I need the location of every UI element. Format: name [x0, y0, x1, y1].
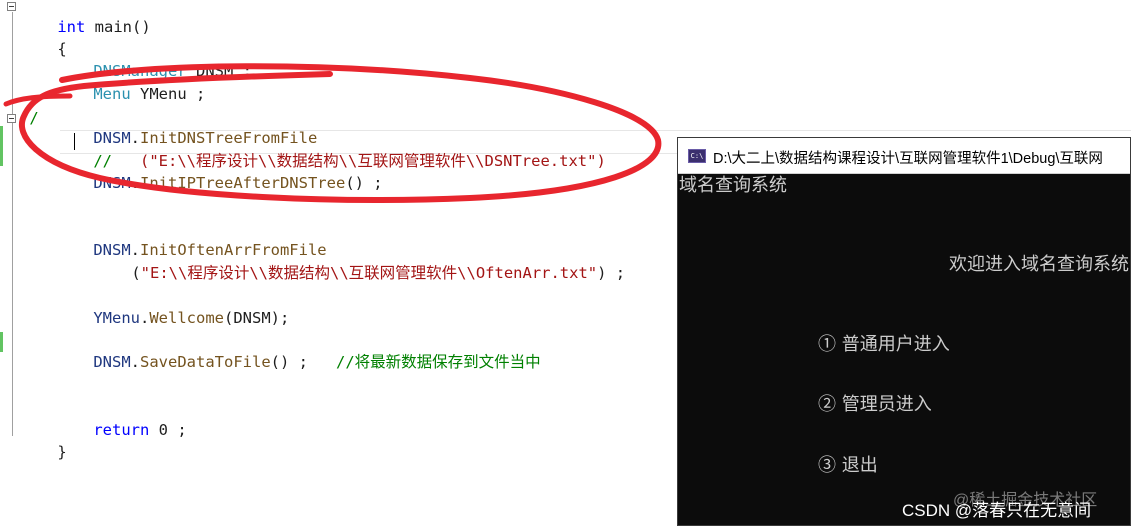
code-line[interactable]: DNSM.InitIPTreeAfterDNSTree() ;: [56, 153, 383, 213]
type-token: Menu: [93, 85, 131, 103]
console-welcome-text: 欢迎进入域名查询系统: [949, 254, 1129, 275]
watermark-primary: CSDN @落春只在无意间: [902, 501, 1092, 520]
code-token: YMenu ;: [130, 85, 206, 103]
text-caret: [74, 133, 75, 150]
code-token: (DNSM);: [224, 309, 290, 327]
identifier-token: DNSM: [93, 353, 131, 371]
keyword-token: return: [93, 421, 150, 439]
change-marker: [0, 126, 3, 166]
code-token: () ;: [345, 174, 383, 192]
function-token: Wellcome: [149, 309, 224, 327]
function-token: InitIPTreeAfterDNSTree: [140, 174, 346, 192]
code-token: () ;: [270, 353, 336, 371]
menu-option-exit: ③ 退出: [818, 455, 878, 476]
code-token: (: [131, 264, 141, 282]
comment-token: //: [20, 109, 39, 127]
outline-guide: [12, 12, 13, 436]
collapse-toggle-icon[interactable]: [7, 114, 16, 123]
function-token: SaveDataToFile: [140, 353, 271, 371]
console-titlebar[interactable]: C:\ D:\大二上\数据结构课程设计\互联网管理软件1\Debug\互联网: [678, 138, 1130, 174]
comment-token: //将最新数据保存到文件当中: [335, 353, 541, 371]
code-token: .: [140, 309, 150, 327]
code-token: main(): [85, 18, 151, 36]
code-token: ) ;: [597, 264, 626, 282]
code-token: .: [130, 353, 140, 371]
code-line[interactable]: return 0 ;: [56, 400, 187, 460]
console-header-text: 域名查询系统: [679, 175, 787, 196]
code-line[interactable]: DNSM.SaveDataToFile() ; //将最新数据保存到文件当中: [56, 332, 541, 392]
code-token: .: [130, 174, 140, 192]
menu-option-admin: ② 管理员进入: [818, 394, 932, 415]
string-token: "E:\\程序设计\\数据结构\\互联网管理软件\\OftenArr.txt": [140, 264, 598, 282]
code-line[interactable]: }: [20, 422, 67, 482]
identifier-token: YMenu: [93, 309, 140, 327]
change-marker: [0, 332, 3, 352]
menu-option-user: ① 普通用户进入: [818, 334, 950, 355]
collapse-toggle-icon[interactable]: [7, 2, 16, 11]
identifier-token: DNSM: [93, 174, 131, 192]
brace-token: }: [57, 443, 67, 461]
console-title: D:\大二上\数据结构课程设计\互联网管理软件1\Debug\互联网: [713, 151, 1103, 167]
code-token: 0 ;: [149, 421, 187, 439]
console-app-icon: C:\: [688, 149, 706, 163]
console-window[interactable]: C:\ D:\大二上\数据结构课程设计\互联网管理软件1\Debug\互联网 域…: [677, 137, 1131, 526]
